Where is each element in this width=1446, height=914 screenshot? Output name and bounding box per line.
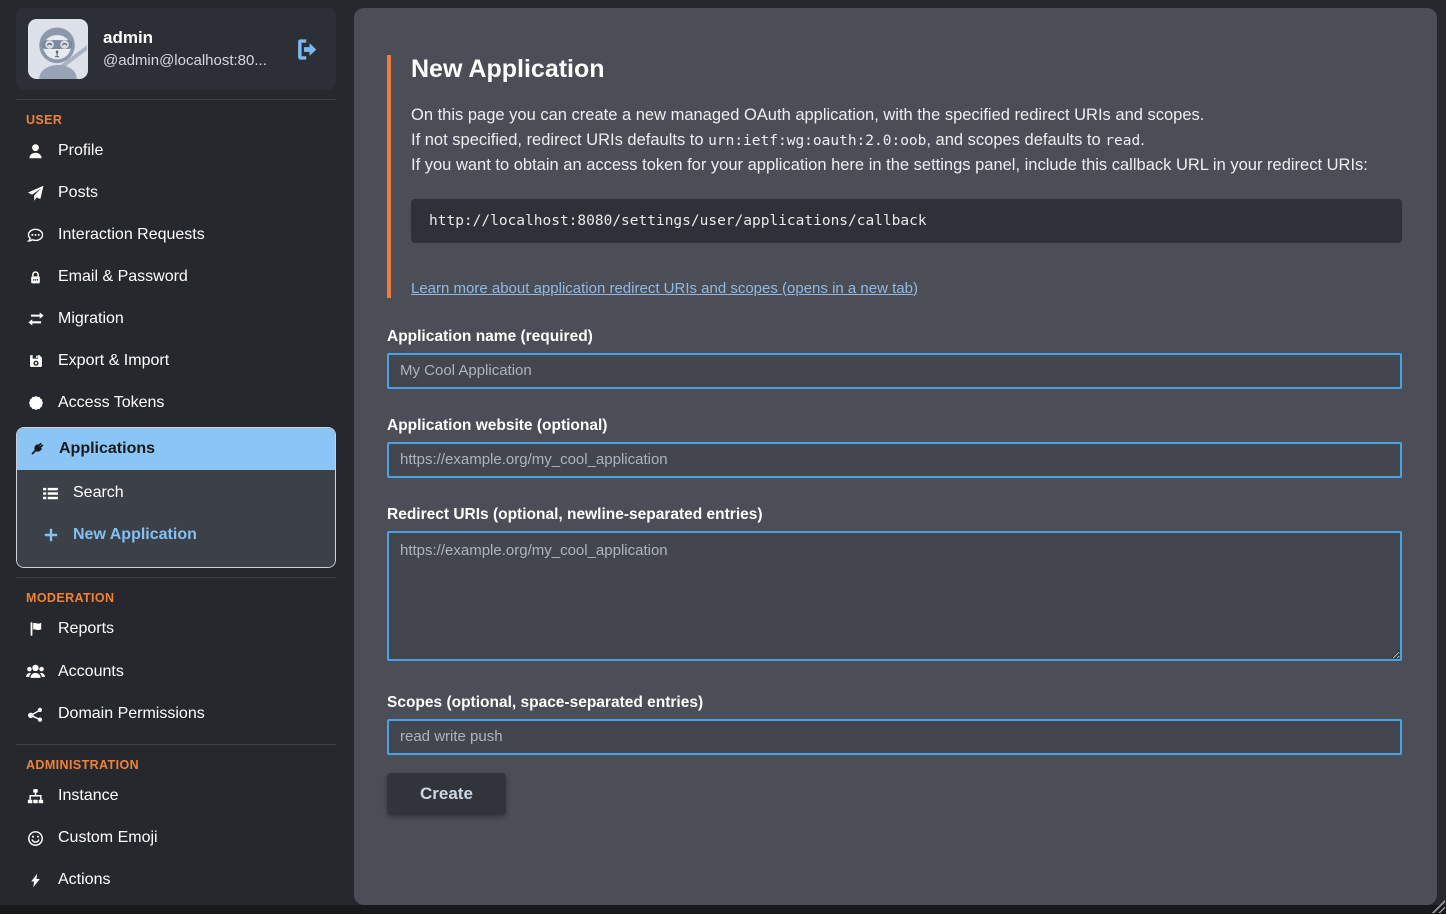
arrows-left-right-icon <box>26 310 45 328</box>
sidebar-item-migration[interactable]: Migration <box>16 298 336 340</box>
sidebar-item-label: Instance <box>58 787 118 805</box>
sidebar-item-profile[interactable]: Profile <box>16 130 336 172</box>
sidebar-item-label: Posts <box>58 184 98 202</box>
redirect-uris-label: Redirect URIs (optional, newline-separat… <box>387 506 1402 524</box>
intro2-pre: If not specified, redirect URIs defaults… <box>411 131 708 149</box>
sidebar-item-label: Access Tokens <box>58 394 164 412</box>
sidebar-item-label: Actions <box>58 871 110 889</box>
sitemap-icon <box>26 788 45 805</box>
application-name-group: Application name (required) <box>387 328 1402 389</box>
section-label-user: USER <box>26 113 336 127</box>
sidebar-item-label: Accounts <box>58 663 124 681</box>
intro-line-3: If you want to obtain an access token fo… <box>411 153 1402 178</box>
sidebar-item-accounts[interactable]: Accounts <box>16 650 336 693</box>
sidebar-item-label: Reports <box>58 620 114 638</box>
floppy-disk-icon <box>26 353 45 369</box>
sidebar-item-interaction-requests[interactable]: Interaction Requests <box>16 214 336 256</box>
application-website-group: Application website (optional) <box>387 417 1402 478</box>
sidebar-item-domain-permissions[interactable]: Domain Permissions <box>16 693 336 735</box>
new-application-panel: New Application On this page you can cre… <box>354 8 1437 905</box>
callback-url-code-block: http://localhost:8080/settings/user/appl… <box>411 199 1402 243</box>
certificate-seal-icon <box>26 395 45 411</box>
scopes-group: Scopes (optional, space-separated entrie… <box>387 694 1402 755</box>
sidebar-divider <box>16 99 336 100</box>
paper-plane-icon <box>26 185 45 202</box>
create-button[interactable]: Create <box>387 773 506 815</box>
list-icon <box>41 485 60 502</box>
sidebar-item-label: Applications <box>59 440 155 458</box>
sidebar-item-custom-emoji[interactable]: Custom Emoji <box>16 817 336 859</box>
plus-icon <box>41 527 60 543</box>
sidebar-divider <box>16 744 336 745</box>
sidebar-item-export-import[interactable]: Export & Import <box>16 340 336 382</box>
settings-sidebar: admin @admin@localhost:80... USER Profil… <box>16 8 336 901</box>
oob-code: urn:ietf:wg:oauth:2.0:oob <box>708 133 926 149</box>
sidebar-item-label: Domain Permissions <box>58 705 205 723</box>
user-names: admin @admin@localhost:80... <box>103 28 280 70</box>
sidebar-item-email-password[interactable]: Email & Password <box>16 256 336 298</box>
bottom-window-edge <box>0 905 1446 914</box>
sidebar-item-label: Email & Password <box>58 268 188 286</box>
bolt-icon <box>26 873 45 888</box>
face-smile-icon <box>26 830 45 847</box>
read-code: read <box>1105 133 1140 149</box>
sidebar-item-applications[interactable]: Applications <box>17 428 335 470</box>
intro2-mid: , and scopes defaults to <box>926 131 1105 149</box>
user-handle: @admin@localhost:80... <box>103 52 267 69</box>
application-website-label: Application website (optional) <box>387 417 1402 435</box>
sidebar-item-actions[interactable]: Actions <box>16 859 336 901</box>
sidebar-item-applications-new[interactable]: New Application <box>17 514 335 556</box>
sidebar-item-label: Search <box>73 484 124 502</box>
learn-more-link[interactable]: Learn more about application redirect UR… <box>411 280 918 297</box>
redirect-uris-group: Redirect URIs (optional, newline-separat… <box>387 506 1402 666</box>
page-title: New Application <box>411 55 1402 84</box>
sidebar-item-label: Custom Emoji <box>58 829 158 847</box>
share-nodes-icon <box>26 706 45 723</box>
application-name-input[interactable] <box>387 353 1402 389</box>
applications-subnav: Search New Application <box>17 470 335 567</box>
applications-nav-group: Applications Search New Application <box>16 427 336 568</box>
sidebar-item-applications-search[interactable]: Search <box>17 472 335 514</box>
logout-icon[interactable] <box>295 37 324 62</box>
users-icon <box>26 662 45 681</box>
scopes-input[interactable] <box>387 719 1402 755</box>
section-label-administration: ADMINISTRATION <box>26 758 336 772</box>
flag-icon <box>26 621 45 637</box>
sidebar-item-label: New Application <box>73 526 197 544</box>
sidebar-item-label: Profile <box>58 142 103 160</box>
sidebar-item-reports[interactable]: Reports <box>16 608 336 650</box>
sidebar-item-label: Interaction Requests <box>58 226 205 244</box>
plug-icon <box>27 441 46 457</box>
sidebar-item-label: Export & Import <box>58 352 169 370</box>
user-name: admin <box>103 28 280 48</box>
redirect-uris-textarea[interactable] <box>387 531 1402 661</box>
intro2-post: . <box>1140 131 1145 149</box>
sidebar-divider <box>16 577 336 578</box>
oauth-info-block: New Application On this page you can cre… <box>387 55 1402 298</box>
sidebar-item-access-tokens[interactable]: Access Tokens <box>16 382 336 424</box>
section-label-moderation: MODERATION <box>26 591 336 605</box>
sidebar-item-instance[interactable]: Instance <box>16 775 336 817</box>
intro-line-2: If not specified, redirect URIs defaults… <box>411 128 1402 154</box>
sidebar-item-label: Migration <box>58 310 124 328</box>
application-name-label: Application name (required) <box>387 328 1402 346</box>
avatar <box>28 19 88 79</box>
application-website-input[interactable] <box>387 442 1402 478</box>
lock-icon <box>26 270 45 285</box>
user-card[interactable]: admin @admin@localhost:80... <box>16 8 336 90</box>
scopes-label: Scopes (optional, space-separated entrie… <box>387 694 1402 712</box>
intro-line-1: On this page you can create a new manage… <box>411 103 1402 128</box>
sidebar-item-posts[interactable]: Posts <box>16 172 336 214</box>
new-application-form: Application name (required) Application … <box>387 328 1402 815</box>
user-icon <box>26 143 45 160</box>
comment-dots-icon <box>26 227 45 244</box>
